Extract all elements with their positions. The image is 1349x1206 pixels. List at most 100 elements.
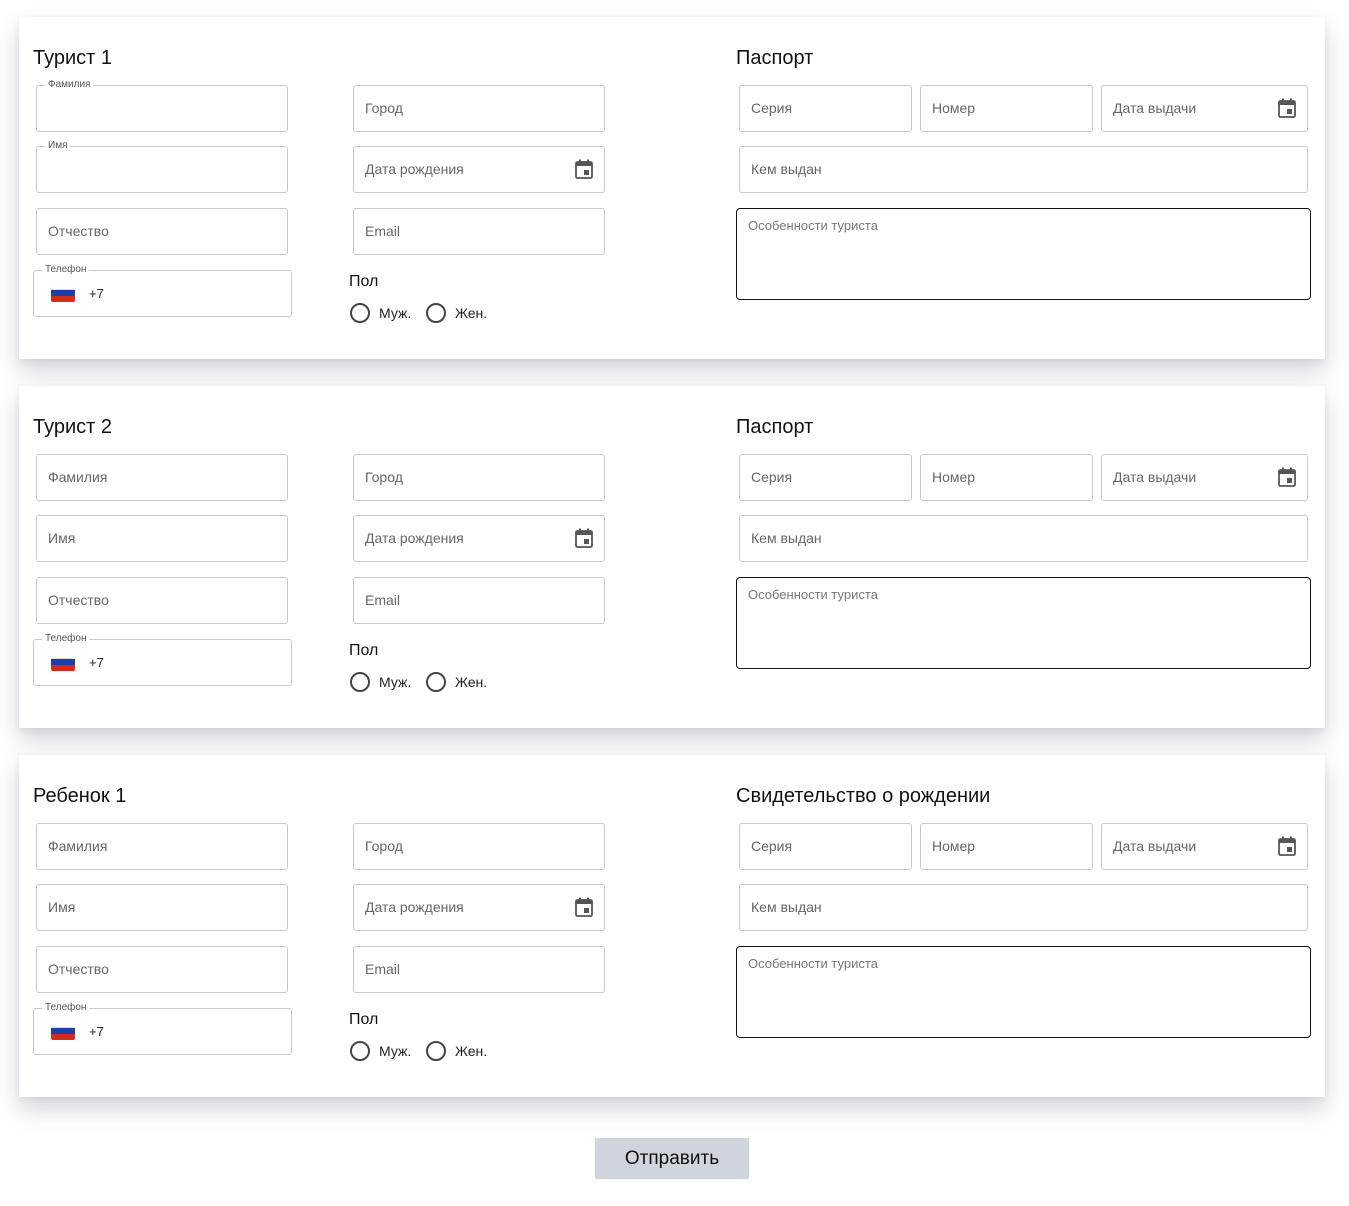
calendar-icon[interactable] bbox=[575, 159, 593, 179]
radio-circle[interactable] bbox=[350, 672, 370, 692]
email-field[interactable]: Email bbox=[353, 946, 605, 993]
phone-country-code: +7 bbox=[89, 1024, 104, 1039]
phone-country-code: +7 bbox=[89, 286, 104, 301]
tourist-card: Турист 1 Фамилия Имя Отчество Телефон +7… bbox=[19, 17, 1325, 359]
phone-label: Телефон bbox=[42, 1002, 90, 1014]
patronymic-field[interactable]: Отчество bbox=[36, 577, 288, 624]
sex-label: Пол bbox=[349, 273, 379, 290]
birth-date-placeholder: Дата рождения bbox=[365, 899, 464, 915]
sex-female-label: Жен. bbox=[455, 1043, 488, 1059]
doc-number-field[interactable]: Номер bbox=[920, 454, 1093, 501]
sex-label: Пол bbox=[349, 642, 379, 659]
radio-circle[interactable] bbox=[426, 1041, 446, 1061]
doc-issued-by-placeholder: Кем выдан bbox=[751, 530, 822, 546]
city-placeholder: Город bbox=[365, 100, 403, 116]
first-name-field[interactable]: Имя bbox=[36, 884, 288, 931]
doc-issue-date-field[interactable]: Дата выдачи bbox=[1101, 85, 1308, 132]
radio-circle[interactable] bbox=[426, 303, 446, 323]
radio-circle[interactable] bbox=[426, 672, 446, 692]
section-title: Ребенок 1 bbox=[33, 785, 127, 807]
last-name-label: Фамилия bbox=[45, 79, 94, 91]
first-name-field[interactable]: Имя bbox=[36, 140, 288, 193]
doc-series-field[interactable]: Серия bbox=[739, 454, 912, 501]
doc-issued-by-field[interactable]: Кем выдан bbox=[739, 884, 1308, 931]
last-name-field[interactable]: Фамилия bbox=[36, 823, 288, 870]
patronymic-field[interactable]: Отчество bbox=[36, 946, 288, 993]
sex-male-label: Муж. bbox=[379, 305, 412, 321]
phone-label: Телефон bbox=[42, 264, 90, 276]
doc-issued-by-placeholder: Кем выдан bbox=[751, 899, 822, 915]
calendar-icon[interactable] bbox=[575, 528, 593, 548]
calendar-icon[interactable] bbox=[1278, 836, 1296, 856]
email-placeholder: Email bbox=[365, 961, 401, 977]
document-title: Свидетельство о рождении bbox=[736, 785, 991, 807]
calendar-icon[interactable] bbox=[575, 897, 593, 917]
email-placeholder: Email bbox=[365, 223, 401, 239]
first-name-field[interactable]: Имя bbox=[36, 515, 288, 562]
email-placeholder: Email bbox=[365, 592, 401, 608]
phone-field[interactable]: Телефон +7 bbox=[33, 1002, 292, 1055]
doc-issue-date-placeholder: Дата выдачи bbox=[1113, 100, 1197, 116]
last-name-field[interactable]: Фамилия bbox=[36, 454, 288, 501]
document-title: Паспорт bbox=[736, 47, 814, 69]
city-field[interactable]: Город bbox=[353, 454, 605, 501]
doc-number-field[interactable]: Номер bbox=[920, 823, 1093, 870]
radio-circle[interactable] bbox=[350, 1041, 370, 1061]
tourist-notes-textarea[interactable]: Особенности туриста bbox=[736, 577, 1311, 669]
doc-series-placeholder: Серия bbox=[751, 469, 793, 485]
city-placeholder: Город bbox=[365, 469, 403, 485]
sex-male-label: Муж. bbox=[379, 674, 412, 690]
radio-circle[interactable] bbox=[350, 303, 370, 323]
birth-date-field[interactable]: Дата рождения bbox=[353, 884, 605, 931]
doc-issue-date-placeholder: Дата выдачи bbox=[1113, 838, 1197, 854]
doc-number-placeholder: Номер bbox=[932, 838, 976, 854]
tourist-notes-placeholder: Особенности туриста bbox=[748, 587, 878, 602]
section-title: Турист 1 bbox=[33, 47, 113, 69]
phone-label: Телефон bbox=[42, 633, 90, 645]
patronymic-placeholder: Отчество bbox=[48, 592, 109, 608]
first-name-label: Имя bbox=[45, 140, 71, 152]
doc-issue-date-field[interactable]: Дата выдачи bbox=[1101, 823, 1308, 870]
tourist-card: Турист 2 Фамилия Имя Отчество Телефон +7… bbox=[19, 386, 1325, 728]
patronymic-field[interactable]: Отчество bbox=[36, 208, 288, 255]
document-title: Паспорт bbox=[736, 416, 814, 438]
doc-number-placeholder: Номер bbox=[932, 469, 976, 485]
city-field[interactable]: Город bbox=[353, 823, 605, 870]
last-name-placeholder: Фамилия bbox=[48, 469, 108, 485]
doc-series-field[interactable]: Серия bbox=[739, 823, 912, 870]
russia-flag-icon[interactable] bbox=[51, 284, 75, 302]
birth-date-placeholder: Дата рождения bbox=[365, 530, 464, 546]
sex-label: Пол bbox=[349, 1011, 379, 1028]
russia-flag-icon[interactable] bbox=[51, 1022, 75, 1040]
tourist-notes-textarea[interactable]: Особенности туриста bbox=[736, 946, 1311, 1038]
phone-field[interactable]: Телефон +7 bbox=[33, 633, 292, 686]
city-field[interactable]: Город bbox=[353, 85, 605, 132]
child-card: Ребенок 1 Фамилия Имя Отчество Телефон +… bbox=[19, 755, 1325, 1097]
russia-flag-icon[interactable] bbox=[51, 653, 75, 671]
tourist-notes-textarea[interactable]: Особенности туриста bbox=[736, 208, 1311, 300]
calendar-icon[interactable] bbox=[1278, 467, 1296, 487]
phone-country-code: +7 bbox=[89, 655, 104, 670]
section-title: Турист 2 bbox=[33, 416, 113, 438]
birth-date-field[interactable]: Дата рождения bbox=[353, 146, 605, 193]
sex-male-label: Муж. bbox=[379, 1043, 412, 1059]
patronymic-placeholder: Отчество bbox=[48, 961, 109, 977]
doc-series-field[interactable]: Серия bbox=[739, 85, 912, 132]
doc-issue-date-field[interactable]: Дата выдачи bbox=[1101, 454, 1308, 501]
submit-button[interactable]: Отправить bbox=[595, 1138, 749, 1179]
calendar-icon[interactable] bbox=[1278, 98, 1296, 118]
first-name-placeholder: Имя bbox=[48, 899, 76, 915]
doc-number-field[interactable]: Номер bbox=[920, 85, 1093, 132]
doc-issued-by-placeholder: Кем выдан bbox=[751, 161, 822, 177]
doc-issued-by-field[interactable]: Кем выдан bbox=[739, 146, 1308, 193]
birth-date-field[interactable]: Дата рождения bbox=[353, 515, 605, 562]
doc-issued-by-field[interactable]: Кем выдан bbox=[739, 515, 1308, 562]
phone-field[interactable]: Телефон +7 bbox=[33, 264, 292, 317]
last-name-field[interactable]: Фамилия bbox=[36, 79, 288, 132]
doc-series-placeholder: Серия bbox=[751, 838, 793, 854]
last-name-placeholder: Фамилия bbox=[48, 838, 108, 854]
tourist-notes-placeholder: Особенности туриста bbox=[748, 956, 878, 971]
doc-issue-date-placeholder: Дата выдачи bbox=[1113, 469, 1197, 485]
email-field[interactable]: Email bbox=[353, 577, 605, 624]
email-field[interactable]: Email bbox=[353, 208, 605, 255]
